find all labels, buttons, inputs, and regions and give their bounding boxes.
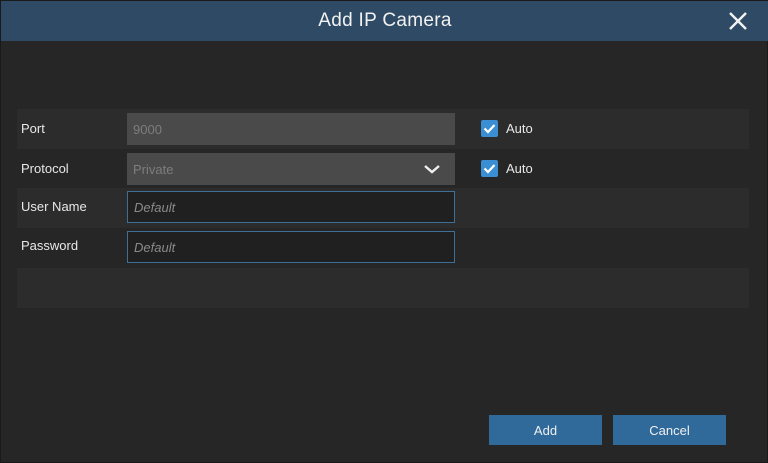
checkbox-checked-icon: [481, 160, 498, 177]
password-label: Password: [21, 238, 79, 253]
protocol-select[interactable]: Private: [127, 153, 455, 185]
add-ip-camera-dialog: Add IP Camera Port 9000 Auto Protocol Pr…: [0, 0, 768, 463]
dialog-title: Add IP Camera: [318, 10, 452, 31]
port-auto-label: Auto: [506, 121, 533, 136]
protocol-row: Protocol Private Auto: [17, 149, 749, 189]
port-auto-checkbox[interactable]: Auto: [481, 120, 533, 137]
username-label: User Name: [21, 199, 87, 214]
cancel-button[interactable]: Cancel: [613, 415, 726, 445]
close-icon[interactable]: [727, 10, 749, 32]
protocol-label: Protocol: [21, 161, 69, 176]
chevron-down-icon: [423, 162, 441, 176]
username-row: User Name Default: [17, 188, 749, 228]
protocol-auto-checkbox[interactable]: Auto: [481, 160, 533, 177]
checkbox-checked-icon: [481, 120, 498, 137]
username-input[interactable]: Default: [127, 191, 455, 223]
dialog-titlebar: Add IP Camera: [1, 1, 768, 41]
protocol-selected-value: Private: [133, 161, 174, 177]
port-field[interactable]: 9000: [127, 113, 455, 145]
protocol-auto-label: Auto: [506, 161, 533, 176]
port-row: Port 9000 Auto: [17, 109, 749, 149]
empty-row: [17, 268, 749, 308]
password-row: Password Default: [17, 228, 749, 268]
port-label: Port: [21, 121, 45, 136]
password-input[interactable]: Default: [127, 231, 455, 263]
add-button[interactable]: Add: [489, 415, 602, 445]
